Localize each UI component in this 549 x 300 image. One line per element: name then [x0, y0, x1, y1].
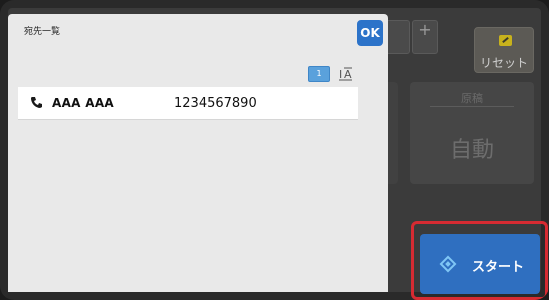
background-add-button[interactable]: +: [412, 20, 438, 54]
dialog-title: 宛先一覧: [24, 27, 61, 37]
entry-name: AAA AAA: [52, 96, 115, 110]
start-button[interactable]: スタート: [420, 234, 540, 294]
original-label: 原稿: [461, 92, 483, 105]
address-list-dialog: 宛先一覧 1 I A AAA AAA 1234567890: [8, 14, 388, 292]
svg-text:I: I: [339, 68, 342, 81]
list-item[interactable]: AAA AAA 1234567890: [18, 87, 358, 120]
page-indicator[interactable]: 1: [308, 66, 330, 82]
device-screen: + リセット 原稿 自動 宛先一覧 1 I A AAA AAA 12345678…: [0, 0, 549, 300]
start-label: スタート: [472, 260, 525, 275]
reset-label: リセット: [479, 56, 528, 70]
reset-button[interactable]: リセット: [474, 27, 534, 73]
plus-icon: +: [418, 20, 432, 39]
start-diamond-icon: [439, 255, 457, 273]
entry-number: 1234567890: [174, 96, 257, 111]
phone-icon: [30, 96, 43, 113]
sort-icon[interactable]: I A: [338, 65, 354, 83]
original-value: 自動: [449, 138, 494, 163]
eraser-icon: [499, 35, 512, 46]
ok-button[interactable]: OK: [357, 20, 383, 46]
divider: [430, 106, 514, 107]
svg-text:A: A: [344, 68, 352, 81]
original-setting-card[interactable]: 原稿 自動: [410, 82, 534, 184]
